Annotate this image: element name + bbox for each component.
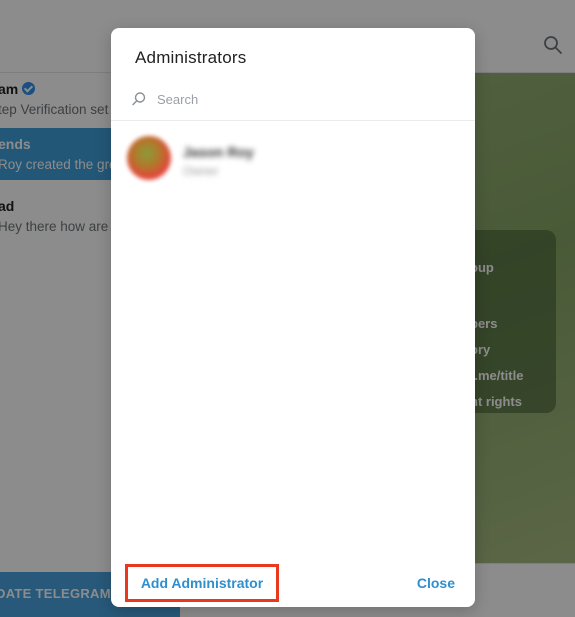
dialog-title: Administrators [135, 48, 247, 67]
admin-list-item[interactable]: Jason Roy Owner [111, 130, 475, 188]
search-bar[interactable] [111, 83, 475, 121]
admin-role: Owner [183, 164, 219, 178]
dialog-footer: Add Administrator Close [111, 562, 475, 607]
avatar [127, 136, 171, 180]
search-icon [132, 92, 146, 106]
add-administrator-button[interactable]: Add Administrator [125, 564, 279, 602]
search-input[interactable] [157, 89, 457, 109]
close-button[interactable]: Close [417, 575, 455, 591]
administrators-dialog: Administrators Jason Roy Owner Add Admin… [111, 28, 475, 607]
admin-name: Jason Roy [183, 144, 254, 160]
